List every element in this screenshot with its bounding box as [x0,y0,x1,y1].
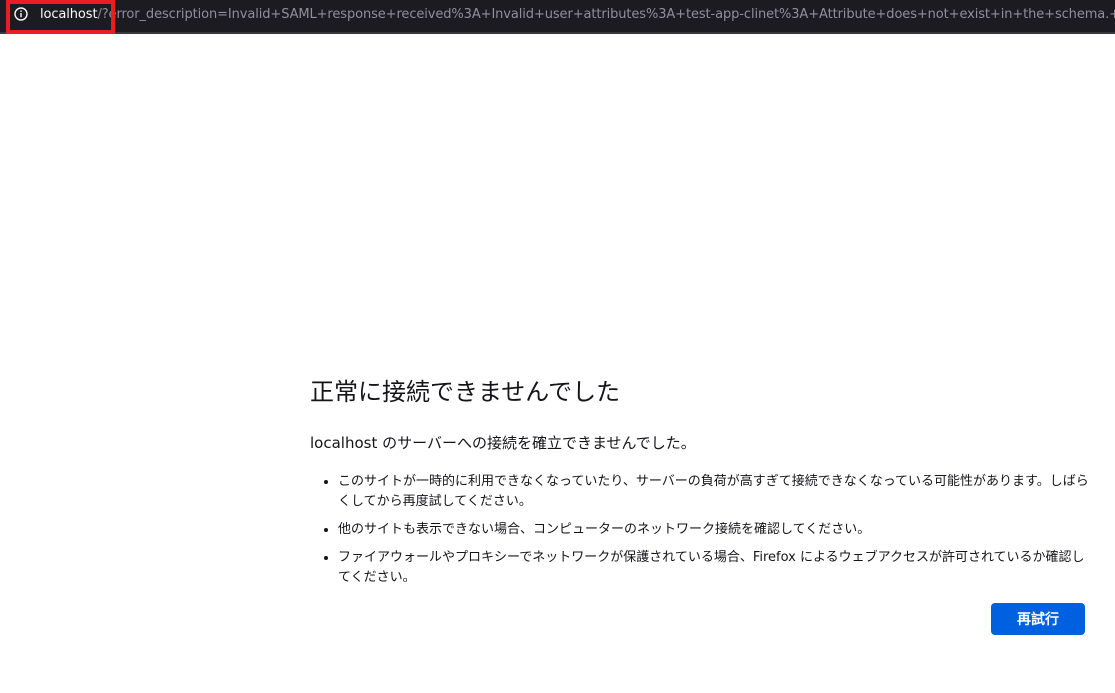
url-path: /?error_description=Invalid+SAML+respons… [97,7,1115,22]
error-title: 正常に接続できませんでした [310,378,621,406]
list-item: ファイアウォールやプロキシーでネットワークが保護されている場合、Firefox … [338,548,1095,588]
error-lead-text: localhost のサーバーへの接続を確立できませんでした。 [310,434,696,452]
list-item: このサイトが一時的に利用できなくなっていたり、サーバーの負荷が高すぎて接続できな… [338,472,1095,512]
address-bar[interactable]: localhost/?error_description=Invalid+SAM… [0,0,1115,32]
error-content: 正常に接続できませんでした localhost のサーバーへの接続を確立できませ… [310,372,1095,635]
suggestion-list: このサイトが一時的に利用できなくなっていたり、サーバーの負荷が高すぎて接続できな… [310,472,1095,596]
url-host: localhost [40,7,98,22]
info-icon[interactable] [14,7,28,21]
address-bar-divider [0,32,1115,34]
list-item: 他のサイトも表示できない場合、コンピューターのネットワーク接続を確認してください… [338,520,1095,540]
retry-button[interactable]: 再試行 [991,603,1085,635]
url-text[interactable]: localhost/?error_description=Invalid+SAM… [40,0,1115,30]
